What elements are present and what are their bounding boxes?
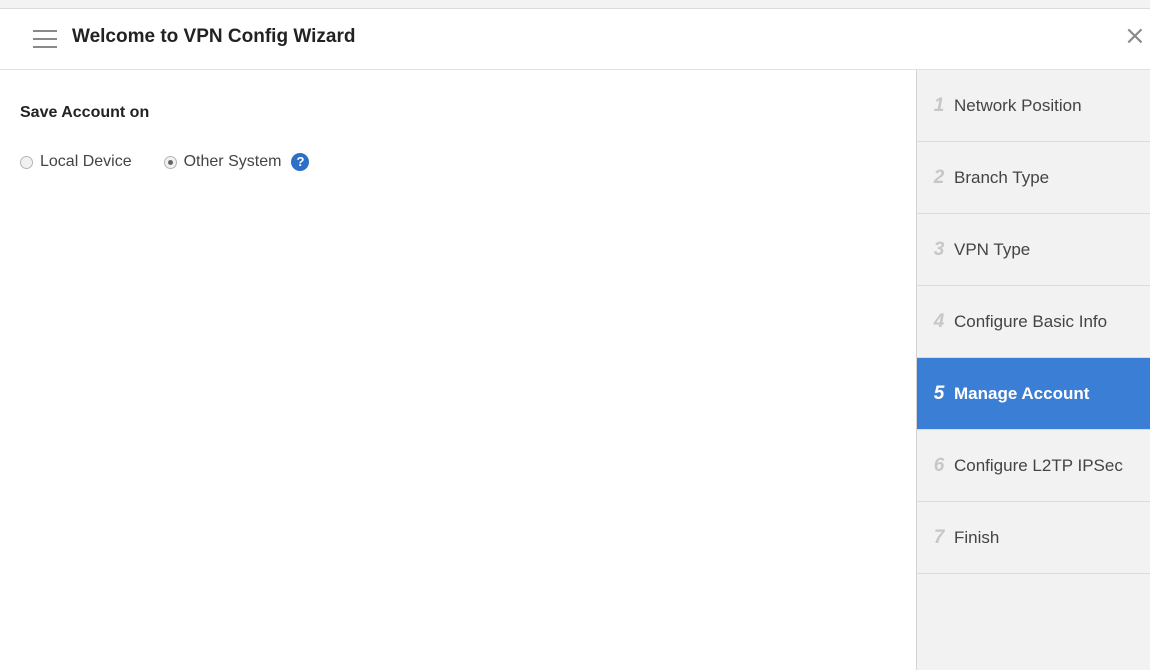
radio-local-device-label: Local Device	[40, 153, 132, 170]
wizard-title: Welcome to VPN Config Wizard	[72, 26, 356, 47]
wizard-steps-sidebar: 1 Network Position 2 Branch Type 3 VPN T…	[916, 70, 1150, 670]
step-number: 6	[933, 454, 945, 476]
step-label: Network Position	[954, 95, 1082, 115]
step-vpn-type[interactable]: 3 VPN Type	[917, 214, 1150, 286]
wizard-content: Save Account on Local Device Other Syste…	[0, 70, 916, 670]
step-configure-l2tp-ipsec[interactable]: 6 Configure L2TP IPSec	[917, 430, 1150, 502]
radio-local-device[interactable]: Local Device	[20, 153, 132, 171]
hamburger-menu-icon[interactable]	[33, 30, 57, 48]
step-number: 5	[933, 382, 945, 404]
step-manage-account[interactable]: 5 Manage Account	[917, 358, 1150, 430]
step-network-position[interactable]: 1 Network Position	[917, 70, 1150, 142]
window-top-border	[0, 0, 1150, 9]
step-number: 7	[933, 526, 945, 548]
radio-button-checked-icon[interactable]	[163, 155, 177, 169]
question-circle-icon[interactable]: ?	[291, 153, 310, 171]
step-label: Configure L2TP IPSec	[954, 455, 1123, 475]
step-label: Configure Basic Info	[954, 311, 1108, 331]
wizard-header: Welcome to VPN Config Wizard ×	[0, 9, 1150, 70]
step-number: 1	[933, 94, 945, 116]
step-number: 3	[933, 238, 945, 260]
step-finish[interactable]: 7 Finish	[917, 502, 1150, 574]
close-icon[interactable]: ×	[1124, 21, 1146, 51]
save-account-radio-group: Local Device Other System ?	[20, 150, 310, 174]
save-account-label: Save Account on	[20, 104, 150, 121]
step-branch-type[interactable]: 2 Branch Type	[917, 142, 1150, 214]
step-label: Branch Type	[954, 167, 1050, 187]
radio-other-system[interactable]: Other System ?	[163, 153, 310, 171]
step-number: 2	[933, 166, 945, 188]
step-label: Finish	[954, 527, 1000, 547]
radio-other-system-label: Other System	[183, 153, 282, 170]
radio-button-icon[interactable]	[20, 155, 33, 169]
step-number: 4	[933, 310, 945, 332]
step-configure-basic-info[interactable]: 4 Configure Basic Info	[917, 286, 1150, 358]
step-label: Manage Account	[954, 383, 1090, 403]
step-label: VPN Type	[954, 239, 1031, 259]
